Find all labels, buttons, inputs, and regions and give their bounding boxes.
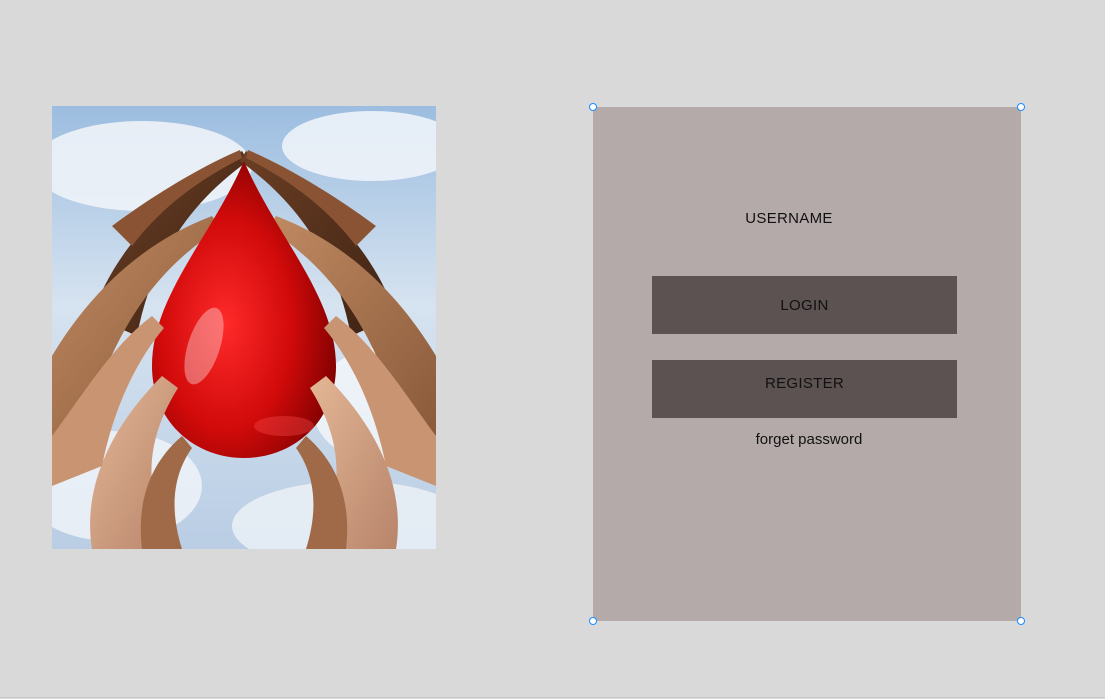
selection-handle-bottom-right[interactable] <box>1017 617 1025 625</box>
register-button[interactable]: REGISTER <box>652 360 957 418</box>
selection-handle-bottom-left[interactable] <box>589 617 597 625</box>
canvas-bottom-border <box>0 697 1105 698</box>
blood-drop-hands-illustration <box>52 106 436 549</box>
login-button[interactable]: LOGIN <box>652 276 957 334</box>
username-label: USERNAME <box>745 210 833 227</box>
selection-handle-top-right[interactable] <box>1017 103 1025 111</box>
login-panel: USERNAME LOGIN REGISTER forget password <box>593 107 1021 621</box>
selection-handle-top-left[interactable] <box>589 103 597 111</box>
blood-donation-image <box>52 106 436 549</box>
forget-password-link[interactable]: forget password <box>595 431 1023 448</box>
